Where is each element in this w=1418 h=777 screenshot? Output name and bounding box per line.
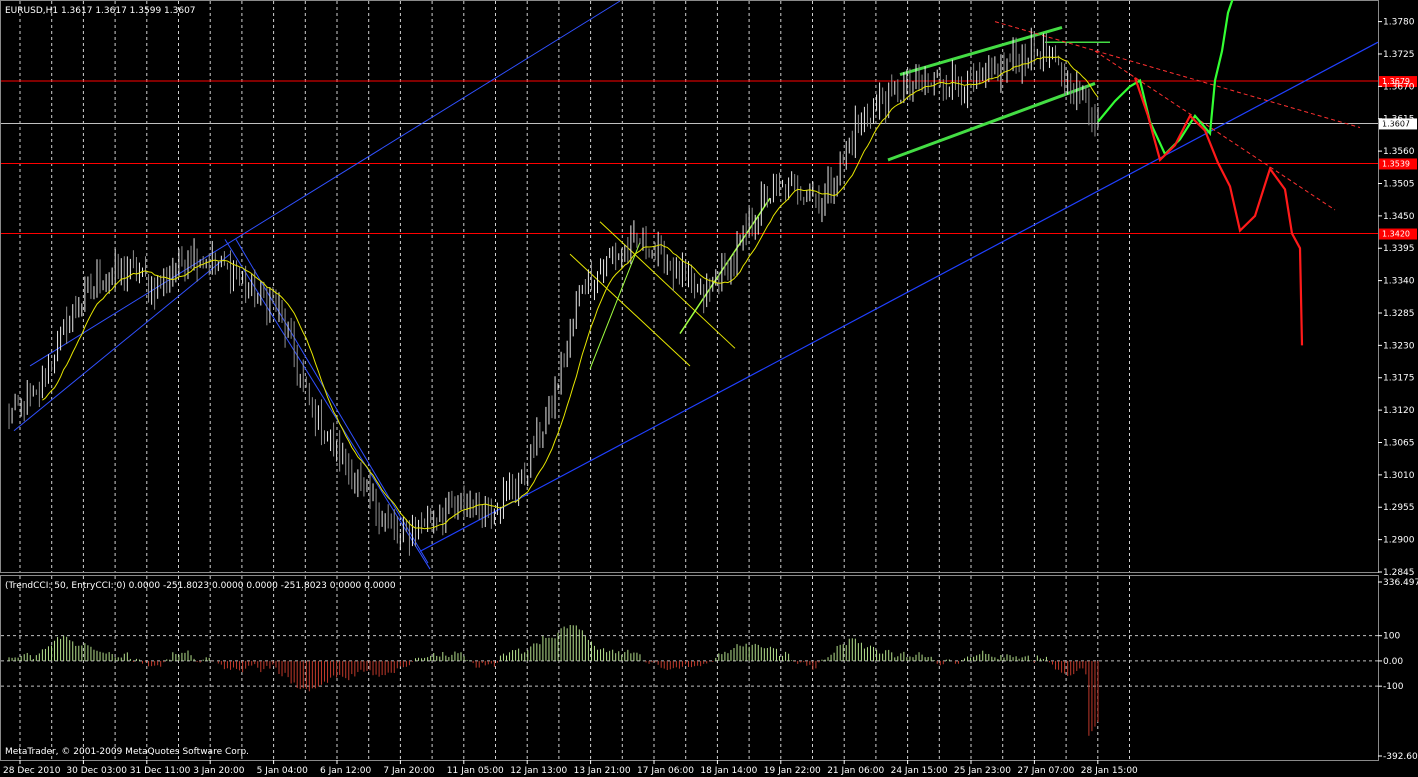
- time-tick-label: 7 Jan 20:00: [383, 766, 435, 776]
- cci-tick-label: -392.608: [1383, 752, 1418, 762]
- time-tick-label: 11 Jan 05:00: [447, 766, 504, 776]
- price-tick-label: 1.3780: [1383, 18, 1415, 28]
- time-tick-label: 21 Jan 06:00: [827, 766, 884, 776]
- time-tick-label: 31 Dec 11:00: [130, 766, 191, 776]
- price-tick-label: 1.3175: [1383, 374, 1415, 384]
- metatrader-chart-window[interactable]: 1.36791.36071.35391.3420 1.37801.37251.3…: [0, 0, 1418, 777]
- cci-tick-label: -100: [1383, 682, 1404, 692]
- price-tick-label: 1.3065: [1383, 438, 1415, 448]
- price-tick-label: 1.3560: [1383, 147, 1415, 157]
- time-tick-label: 13 Jan 21:00: [574, 766, 631, 776]
- price-tick-label: 1.3120: [1383, 406, 1415, 416]
- price-tick-label: 1.3450: [1383, 212, 1415, 222]
- price-tick-label: 1.3725: [1383, 50, 1415, 60]
- time-tick-label: 28 Dec 2010: [3, 766, 61, 776]
- time-tick-label: 25 Jan 23:00: [954, 766, 1011, 776]
- time-tick-label: 28 Jan 15:00: [1081, 766, 1138, 776]
- price-tick-label: 1.2845: [1383, 568, 1415, 578]
- time-tick-label: 3 Jan 20:00: [193, 766, 245, 776]
- time-tick-label: 12 Jan 13:00: [510, 766, 567, 776]
- chart-title: EURUSD,H1 1.3617 1.3617 1.3599 1.3607: [5, 6, 196, 16]
- price-tick-label: 1.2900: [1383, 536, 1415, 546]
- level-price-label: 1.3539: [1382, 159, 1410, 168]
- time-tick-label: 27 Jan 07:00: [1017, 766, 1074, 776]
- time-tick-label: 19 Jan 22:00: [764, 766, 821, 776]
- price-tick-label: 1.3615: [1383, 115, 1415, 125]
- price-tick-label: 1.3285: [1383, 309, 1415, 319]
- copyright-text: MetaTrader, © 2001-2009 MetaQuotes Softw…: [5, 747, 249, 757]
- indicator-title: (TrendCCI: 50, EntryCCI: 0) 0.0000 -251.…: [5, 581, 396, 591]
- time-tick-label: 5 Jan 04:00: [257, 766, 309, 776]
- time-tick-label: 17 Jan 06:00: [637, 766, 694, 776]
- time-tick-label: 6 Jan 12:00: [320, 766, 372, 776]
- price-tick-label: 1.3010: [1383, 471, 1415, 481]
- time-tick-label: 18 Jan 14:00: [700, 766, 757, 776]
- time-tick-label: 30 Dec 03:00: [66, 766, 127, 776]
- price-tick-label: 1.3230: [1383, 341, 1415, 351]
- level-price-label: 1.3420: [1382, 230, 1410, 239]
- price-tick-label: 1.2955: [1383, 503, 1415, 513]
- price-tick-label: 1.3670: [1383, 82, 1415, 92]
- cci-tick-label: 0.00: [1383, 657, 1403, 667]
- price-tick-label: 1.3505: [1383, 179, 1415, 189]
- price-tick-label: 1.3395: [1383, 244, 1415, 254]
- time-tick-label: 24 Jan 15:00: [891, 766, 948, 776]
- price-tick-label: 1.3340: [1383, 277, 1415, 287]
- cci-tick-label: 100: [1383, 632, 1400, 642]
- cci-tick-label: 336.497: [1383, 578, 1418, 588]
